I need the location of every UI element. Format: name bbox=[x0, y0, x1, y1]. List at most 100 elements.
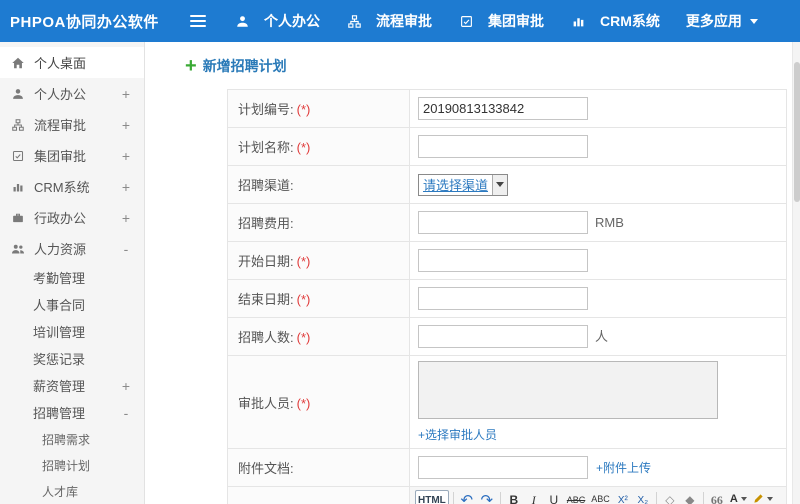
collapse-icon[interactable]: - bbox=[120, 405, 132, 421]
field-label-cell: 计划名称: (*) bbox=[227, 127, 410, 166]
attachment-upload-link[interactable]: +附件上传 bbox=[596, 459, 651, 476]
sidebar-item-workflow-approval[interactable]: 流程审批 + bbox=[0, 109, 144, 140]
approvers-textarea[interactable] bbox=[418, 361, 718, 419]
sidebar-item-label: 培训管理 bbox=[33, 325, 86, 340]
sidebar-item-label: 行政办公 bbox=[34, 211, 87, 226]
sidebar: 个人桌面 个人办公 + 流程审批 + 集团审批 + CRM系统 + 行政办公 +… bbox=[0, 42, 145, 504]
plan-no-input[interactable] bbox=[418, 97, 588, 120]
form-row-approvers: 审批人员: (*) +选择审批人员 bbox=[227, 355, 787, 449]
topnav-more-apps[interactable]: 更多应用 bbox=[686, 11, 758, 31]
sidebar-item-recruitment[interactable]: 招聘管理 - bbox=[0, 399, 144, 426]
sidebar-item-label: 考勤管理 bbox=[33, 271, 86, 286]
expand-icon[interactable]: + bbox=[120, 210, 132, 226]
recruitment-submenu: 招聘需求 招聘计划 人才库 bbox=[0, 426, 144, 504]
undo-icon[interactable]: ↶ bbox=[458, 490, 476, 504]
underline-icon[interactable]: U bbox=[545, 490, 563, 504]
caret-down-icon bbox=[749, 18, 758, 24]
main-content: + 新增招聘计划 计划编号:(*) 计划名称:(*) bbox=[145, 42, 800, 504]
sidebar-item-salary[interactable]: 薪资管理 + bbox=[0, 372, 144, 399]
form-row-editor: HTML ↶ ↷ B I U ABC ABC X² X₂ ◇ ◆ 66 A bbox=[227, 486, 787, 504]
required-marker: (*) bbox=[296, 292, 311, 307]
scrollbar-thumb[interactable] bbox=[794, 62, 800, 202]
chart-icon bbox=[570, 14, 586, 29]
sidebar-item-label: 招聘计划 bbox=[42, 458, 91, 473]
sidebar-item-admin-office[interactable]: 行政办公 + bbox=[0, 202, 144, 233]
topnav-personal-office[interactable]: 个人办公 bbox=[234, 11, 320, 31]
expand-icon[interactable]: + bbox=[120, 117, 132, 133]
sidebar-item-attendance[interactable]: 考勤管理 bbox=[0, 264, 144, 291]
sidebar-item-recruit-plan[interactable]: 招聘计划 bbox=[0, 452, 144, 478]
expand-icon[interactable]: + bbox=[120, 378, 132, 394]
sidebar-item-human-resources[interactable]: 人力资源 - bbox=[0, 233, 144, 264]
field-label: 审批人员: bbox=[238, 395, 294, 411]
sidebar-item-label: 薪资管理 bbox=[33, 379, 86, 394]
app-brand: PHPOA协同办公软件 bbox=[10, 13, 159, 31]
form-row-start-date: 开始日期: (*) bbox=[227, 241, 787, 280]
field-label: 招聘渠道: bbox=[238, 178, 294, 193]
sidebar-item-hr-contract[interactable]: 人事合同 bbox=[0, 291, 144, 318]
highlight-color-icon[interactable] bbox=[751, 490, 775, 504]
workflow-icon bbox=[346, 14, 362, 29]
home-icon bbox=[10, 55, 26, 70]
end-date-input[interactable] bbox=[418, 287, 588, 310]
field-label-cell: 审批人员: (*) bbox=[227, 355, 410, 449]
superscript-icon[interactable]: X² bbox=[614, 490, 632, 504]
sidebar-item-group-approval[interactable]: 集团审批 + bbox=[0, 140, 144, 171]
sidebar-item-talent-pool[interactable]: 人才库 bbox=[0, 478, 144, 504]
sidebar-item-label: 奖惩记录 bbox=[33, 352, 86, 367]
topnav-label: 更多应用 bbox=[685, 13, 742, 29]
subscript-icon[interactable]: X₂ bbox=[634, 490, 652, 504]
users-icon bbox=[10, 241, 26, 256]
blockquote-icon[interactable]: 66 bbox=[708, 490, 726, 504]
hr-submenu: 考勤管理 人事合同 培训管理 奖惩记录 薪资管理 + 招聘管理 - 招聘需求 招… bbox=[0, 264, 144, 504]
cost-input[interactable] bbox=[418, 211, 588, 234]
headcount-input[interactable] bbox=[418, 325, 588, 348]
hamburger-menu-icon[interactable] bbox=[190, 15, 206, 27]
sidebar-item-personal-office[interactable]: 个人办公 + bbox=[0, 78, 144, 109]
choose-approvers-link[interactable]: +选择审批人员 bbox=[418, 426, 497, 443]
topnav-group-approval[interactable]: 集团审批 bbox=[458, 11, 544, 31]
sidebar-item-rewards[interactable]: 奖惩记录 bbox=[0, 345, 144, 372]
text-color-icon[interactable]: A bbox=[728, 490, 749, 504]
expand-icon[interactable]: + bbox=[120, 86, 132, 102]
expand-icon[interactable]: + bbox=[120, 179, 132, 195]
sidebar-item-label: 个人桌面 bbox=[34, 56, 87, 71]
attachment-input[interactable] bbox=[418, 456, 588, 479]
format-brush-icon[interactable]: ◆ bbox=[681, 490, 699, 504]
field-label-cell: 开始日期: (*) bbox=[227, 241, 410, 280]
field-label: 招聘人数: bbox=[238, 330, 294, 345]
italic-icon[interactable]: I bbox=[525, 490, 543, 504]
strikethrough-icon[interactable]: ABC bbox=[565, 490, 588, 504]
redo-icon[interactable]: ↷ bbox=[478, 490, 496, 504]
field-label-cell: 计划编号: (*) bbox=[227, 89, 410, 128]
page-title-text: 新增招聘计划 bbox=[202, 58, 287, 74]
source-code-button[interactable]: HTML bbox=[415, 490, 449, 504]
topnav-crm-system[interactable]: CRM系统 bbox=[570, 11, 660, 31]
form-row-end-date: 结束日期: (*) bbox=[227, 279, 787, 318]
spellcheck-icon[interactable]: ABC bbox=[589, 490, 612, 504]
sidebar-item-label: 人才库 bbox=[42, 484, 79, 499]
bold-icon[interactable]: B bbox=[505, 490, 523, 504]
sidebar-item-recruit-demand[interactable]: 招聘需求 bbox=[0, 426, 144, 452]
sidebar-item-crm-system[interactable]: CRM系统 + bbox=[0, 171, 144, 202]
sidebar-item-label: 流程审批 bbox=[34, 118, 87, 133]
channel-select[interactable]: 请选择渠道 bbox=[418, 173, 509, 196]
start-date-input[interactable] bbox=[418, 249, 588, 272]
sidebar-item-label: 个人办公 bbox=[34, 87, 87, 102]
remove-format-icon[interactable]: ◇ bbox=[661, 490, 679, 504]
topnav-workflow-approval[interactable]: 流程审批 bbox=[346, 11, 432, 31]
required-marker: (*) bbox=[296, 102, 311, 117]
briefcase-icon bbox=[10, 210, 26, 225]
plan-name-input[interactable] bbox=[418, 135, 588, 158]
expand-icon[interactable]: + bbox=[120, 148, 132, 164]
collapse-icon[interactable]: - bbox=[120, 241, 132, 257]
field-label: 开始日期: bbox=[238, 254, 294, 269]
required-marker: (*) bbox=[296, 395, 311, 411]
sidebar-item-training[interactable]: 培训管理 bbox=[0, 318, 144, 345]
approval-icon bbox=[458, 14, 474, 29]
sidebar-item-label: 招聘需求 bbox=[42, 432, 91, 447]
topbar: PHPOA协同办公软件 个人办公 流程审批 集团审批 CRM系统 更多应用 bbox=[0, 0, 800, 42]
sidebar-item-desktop[interactable]: 个人桌面 bbox=[0, 47, 144, 78]
field-label-cell: 招聘费用: bbox=[227, 203, 410, 242]
vertical-scrollbar[interactable] bbox=[792, 42, 800, 504]
